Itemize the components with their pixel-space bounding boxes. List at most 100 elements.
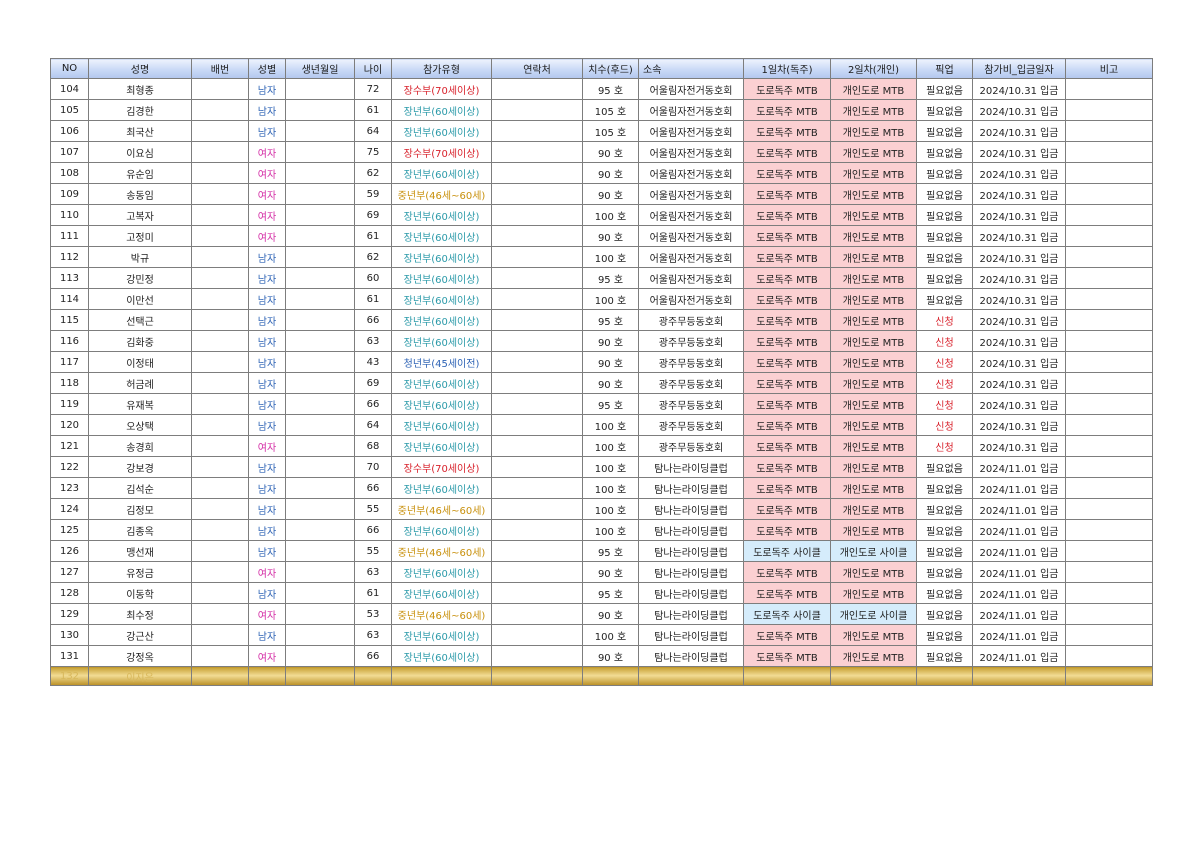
cell-birth[interactable] <box>285 120 355 142</box>
cell-note[interactable] <box>1065 372 1153 394</box>
cell-day1[interactable]: 도로독주 MTB <box>743 624 831 646</box>
cell-contact[interactable] <box>491 267 583 289</box>
cell-birth[interactable] <box>285 183 355 205</box>
cell-pickup[interactable]: 신청 <box>916 414 973 436</box>
cell-no[interactable]: 119 <box>50 393 89 415</box>
cell-size[interactable]: 90 호 <box>582 330 639 352</box>
cell-size[interactable]: 90 호 <box>582 603 639 625</box>
cell-pickup[interactable]: 필요없음 <box>916 498 973 520</box>
cell-gender[interactable]: 남자 <box>248 78 286 100</box>
cell-note[interactable] <box>1065 288 1153 310</box>
cell-name[interactable]: 강근산 <box>88 624 192 646</box>
cell-name[interactable]: 이동학 <box>88 582 192 604</box>
cell-day2[interactable]: 개인도로 MTB <box>830 183 917 205</box>
cell-age[interactable]: 75 <box>354 141 392 163</box>
gold-row-name[interactable]: 이지은 <box>88 666 192 686</box>
cell-paid[interactable]: 2024/11.01 입금 <box>972 456 1066 478</box>
cell-age[interactable]: 68 <box>354 435 392 457</box>
cell-pickup[interactable]: 필요없음 <box>916 225 973 247</box>
cell-pickup[interactable]: 필요없음 <box>916 582 973 604</box>
cell-day2[interactable]: 개인도로 MTB <box>830 267 917 289</box>
cell-contact[interactable] <box>491 456 583 478</box>
cell-note[interactable] <box>1065 393 1153 415</box>
cell-size[interactable]: 100 호 <box>582 288 639 310</box>
cell-pickup[interactable]: 필요없음 <box>916 645 973 667</box>
cell-day1[interactable]: 도로독주 MTB <box>743 645 831 667</box>
cell-affiliation[interactable]: 어울림자전거동호회 <box>638 267 744 289</box>
cell-paid[interactable]: 2024/10.31 입금 <box>972 183 1066 205</box>
cell-no[interactable]: 116 <box>50 330 89 352</box>
cell-no[interactable]: 115 <box>50 309 89 331</box>
cell-age[interactable]: 61 <box>354 582 392 604</box>
cell-pickup[interactable]: 필요없음 <box>916 603 973 625</box>
cell-category[interactable]: 장년부(60세이상) <box>391 330 492 352</box>
cell-category[interactable]: 장년부(60세이상) <box>391 267 492 289</box>
cell-contact[interactable] <box>491 120 583 142</box>
cell-name[interactable]: 최수정 <box>88 603 192 625</box>
cell-paid[interactable]: 2024/11.01 입금 <box>972 603 1066 625</box>
cell-category[interactable]: 장년부(60세이상) <box>391 246 492 268</box>
cell-paid[interactable]: 2024/10.31 입금 <box>972 204 1066 226</box>
cell-gender[interactable]: 남자 <box>248 582 286 604</box>
cell-paid[interactable]: 2024/10.31 입금 <box>972 99 1066 121</box>
cell-no[interactable]: 113 <box>50 267 89 289</box>
cell-contact[interactable] <box>491 645 583 667</box>
cell-day2[interactable]: 개인도로 MTB <box>830 372 917 394</box>
cell-category[interactable]: 장년부(60세이상) <box>391 309 492 331</box>
cell-category[interactable]: 장년부(60세이상) <box>391 393 492 415</box>
cell-bib[interactable] <box>191 246 249 268</box>
cell-gender[interactable]: 여자 <box>248 561 286 583</box>
cell-birth[interactable] <box>285 645 355 667</box>
cell-day1[interactable]: 도로독주 MTB <box>743 456 831 478</box>
cell-day1[interactable]: 도로독주 MTB <box>743 519 831 541</box>
cell-category[interactable]: 중년부(46세~60세) <box>391 540 492 562</box>
cell-pickup[interactable]: 필요없음 <box>916 624 973 646</box>
cell-no[interactable]: 127 <box>50 561 89 583</box>
cell-note[interactable] <box>1065 204 1153 226</box>
cell-contact[interactable] <box>491 519 583 541</box>
cell-affiliation[interactable]: 광주무등동호회 <box>638 393 744 415</box>
cell-note[interactable] <box>1065 456 1153 478</box>
cell-age[interactable]: 63 <box>354 330 392 352</box>
cell-day2[interactable]: 개인도로 MTB <box>830 204 917 226</box>
cell-name[interactable]: 선택근 <box>88 309 192 331</box>
cell-gender[interactable]: 남자 <box>248 456 286 478</box>
cell-bib[interactable] <box>191 414 249 436</box>
cell-pickup[interactable]: 필요없음 <box>916 183 973 205</box>
cell-size[interactable]: 95 호 <box>582 267 639 289</box>
cell-affiliation[interactable]: 탐나는라이딩클럽 <box>638 477 744 499</box>
cell-day1[interactable]: 도로독주 MTB <box>743 330 831 352</box>
cell-gender[interactable]: 남자 <box>248 498 286 520</box>
cell-pickup[interactable]: 신청 <box>916 351 973 373</box>
cell-paid[interactable]: 2024/11.01 입금 <box>972 519 1066 541</box>
cell-contact[interactable] <box>491 330 583 352</box>
cell-day2[interactable]: 개인도로 MTB <box>830 120 917 142</box>
cell-note[interactable] <box>1065 183 1153 205</box>
cell-paid[interactable]: 2024/10.31 입금 <box>972 330 1066 352</box>
cell-day1[interactable]: 도로독주 MTB <box>743 141 831 163</box>
cell-note[interactable] <box>1065 99 1153 121</box>
cell-paid[interactable]: 2024/10.31 입금 <box>972 372 1066 394</box>
cell-no[interactable]: 128 <box>50 582 89 604</box>
cell-age[interactable]: 69 <box>354 372 392 394</box>
cell-name[interactable]: 김종옥 <box>88 519 192 541</box>
cell-birth[interactable] <box>285 141 355 163</box>
cell-category[interactable]: 장년부(60세이상) <box>391 561 492 583</box>
cell-paid[interactable]: 2024/11.01 입금 <box>972 561 1066 583</box>
cell-affiliation[interactable]: 탐나는라이딩클럽 <box>638 498 744 520</box>
cell-paid[interactable]: 2024/10.31 입금 <box>972 351 1066 373</box>
cell-affiliation[interactable]: 탐나는라이딩클럽 <box>638 540 744 562</box>
cell-day1[interactable]: 도로독주 MTB <box>743 120 831 142</box>
cell-category[interactable]: 장수부(70세이상) <box>391 78 492 100</box>
cell-category[interactable]: 장년부(60세이상) <box>391 519 492 541</box>
cell-pickup[interactable]: 필요없음 <box>916 78 973 100</box>
cell-no[interactable]: 124 <box>50 498 89 520</box>
cell-birth[interactable] <box>285 414 355 436</box>
cell-contact[interactable] <box>491 540 583 562</box>
cell-contact[interactable] <box>491 99 583 121</box>
cell-age[interactable]: 63 <box>354 624 392 646</box>
cell-category[interactable]: 장년부(60세이상) <box>391 162 492 184</box>
cell-gender[interactable]: 남자 <box>248 246 286 268</box>
cell-day2[interactable]: 개인도로 MTB <box>830 78 917 100</box>
cell-size[interactable]: 90 호 <box>582 561 639 583</box>
